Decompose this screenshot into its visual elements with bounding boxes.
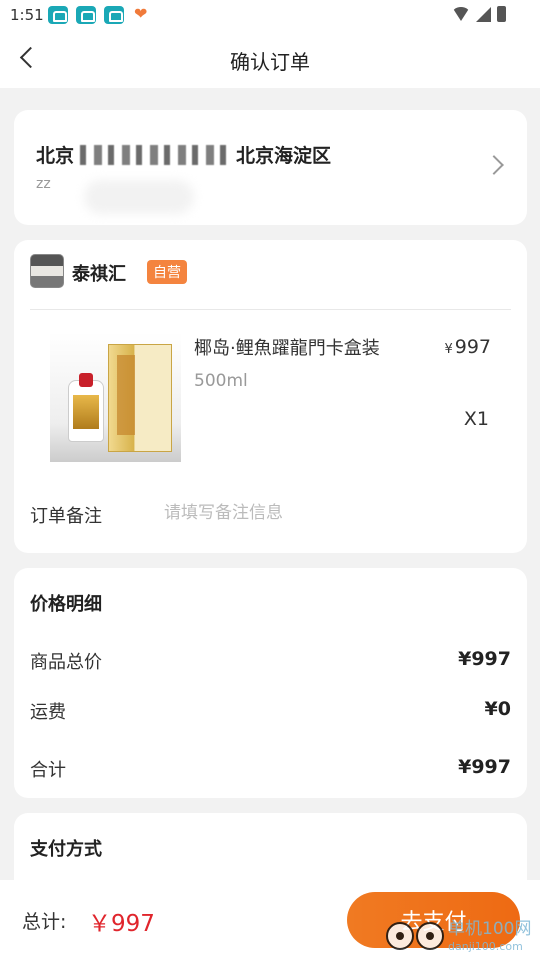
divider: [30, 309, 511, 310]
store-name: 泰祺汇: [72, 264, 126, 285]
address-city: 北京: [36, 145, 75, 167]
total-row-value: ¥997: [458, 756, 511, 778]
watermark-eye-icon: [416, 922, 444, 950]
shipping-value: ¥0: [484, 698, 511, 720]
battery-icon: [497, 6, 506, 22]
watermark-logo: [386, 922, 444, 950]
chevron-right-icon: [484, 155, 504, 175]
heart-notification-icon: [132, 4, 152, 24]
price-detail-title: 价格明细: [30, 594, 102, 615]
status-time: 1:51: [10, 6, 44, 24]
address-line: 北京 北京海淀区: [36, 141, 331, 168]
address-district: 北京海淀区: [236, 145, 332, 167]
payment-method-title: 支付方式: [30, 839, 102, 860]
bottle-graphic: [68, 373, 104, 442]
store-logo: [30, 254, 64, 288]
wifi-icon: [452, 7, 470, 21]
shipping-label: 运费: [30, 702, 66, 723]
order-card: 泰祺汇 自营 椰岛·鲤魚躍龍門卡盒装 500ml ¥997 X1 订单备注: [14, 240, 527, 553]
self-operated-badge: 自营: [147, 260, 187, 284]
signal-icon: [476, 6, 491, 22]
watermark-url: danji100.com: [448, 940, 523, 953]
total-value: ￥997: [88, 911, 155, 937]
app-notification-icon: [48, 6, 68, 24]
subtotal-value: ¥997: [458, 648, 511, 670]
system-icons: [452, 6, 506, 22]
site-watermark: 单机100网 danji100.com: [386, 918, 536, 958]
nav-bar: 确认订单: [0, 30, 540, 88]
currency-symbol: ¥: [444, 342, 453, 357]
recipient-name: zz: [36, 176, 51, 192]
product-quantity: X1: [463, 408, 489, 430]
watermark-eye-icon: [386, 922, 414, 950]
app-notification-icon: [76, 6, 96, 24]
watermark-text: 单机100网: [448, 919, 532, 939]
order-note-label: 订单备注: [30, 506, 102, 527]
product-spec: 500ml: [194, 371, 248, 391]
order-note-input[interactable]: [164, 496, 494, 530]
subtotal-label: 商品总价: [30, 652, 102, 673]
checkout-bar: 总计: ￥997 去支付 单机100网 danji100.com: [0, 880, 540, 960]
product-price: ¥997: [444, 336, 491, 358]
product-price-value: 997: [454, 336, 491, 358]
address-card[interactable]: 北京 北京海淀区 zz: [14, 110, 527, 225]
status-bar: 1:51: [0, 0, 540, 30]
app-notification-icon: [104, 6, 124, 24]
address-redacted: [80, 145, 231, 165]
total-row-label: 合计: [30, 760, 66, 781]
total-label: 总计:: [22, 911, 67, 933]
product-name[interactable]: 椰岛·鲤魚躍龍門卡盒装: [194, 334, 380, 360]
gift-box-graphic: [108, 344, 172, 452]
recipient-redacted: [84, 180, 194, 214]
price-detail-card: 价格明细 商品总价 ¥997 运费 ¥0 合计 ¥997: [14, 568, 527, 798]
notification-icons: [48, 4, 152, 24]
product-image[interactable]: [50, 332, 181, 462]
page-title: 确认订单: [230, 50, 310, 74]
